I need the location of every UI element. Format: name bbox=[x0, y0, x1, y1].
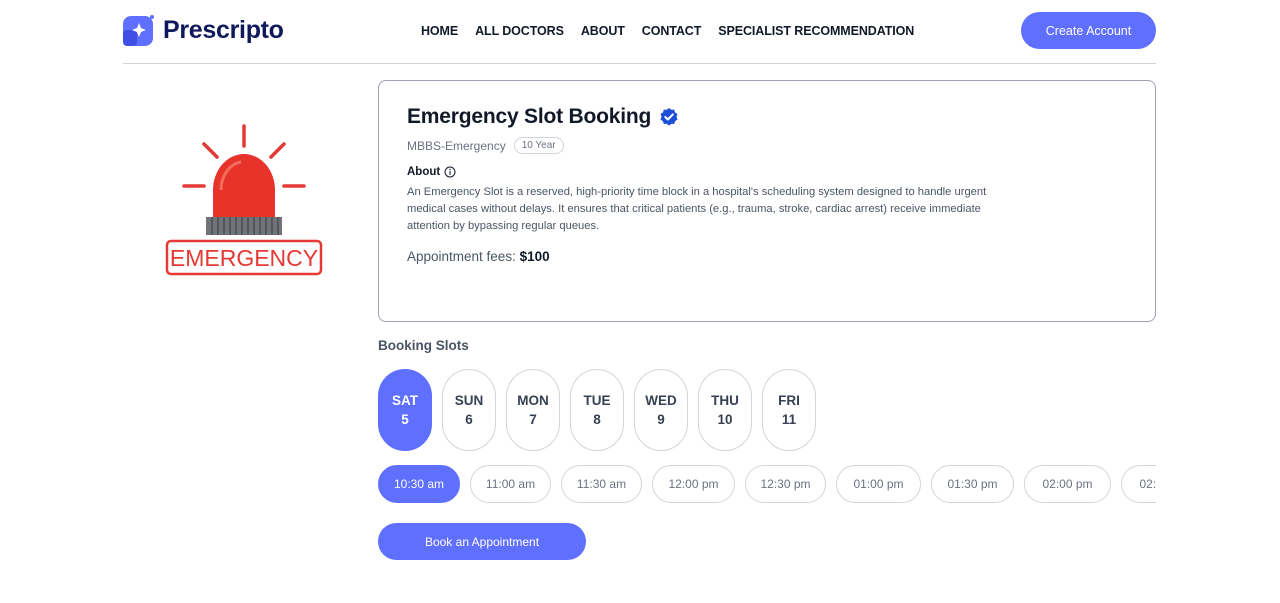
time-slot[interactable]: 11:00 am bbox=[470, 465, 551, 503]
fee-label: Appointment fees: bbox=[407, 249, 516, 264]
create-account-button[interactable]: Create Account bbox=[1021, 12, 1156, 49]
day-number: 9 bbox=[657, 412, 665, 427]
day-number: 6 bbox=[465, 412, 473, 427]
day-name: SAT bbox=[392, 393, 418, 408]
experience-badge: 10 Year bbox=[513, 137, 564, 154]
main-nav: HOME ALL DOCTORS ABOUT CONTACT SPECIALIS… bbox=[421, 24, 914, 38]
emergency-label: EMERGENCY bbox=[170, 245, 318, 271]
booking-slots-label: Booking Slots bbox=[378, 338, 469, 353]
nav-specialist-recommendation[interactable]: SPECIALIST RECOMMENDATION bbox=[718, 24, 914, 38]
about-heading: About bbox=[407, 166, 1127, 178]
day-name: THU bbox=[711, 393, 739, 408]
day-name: MON bbox=[517, 393, 549, 408]
about-text: An Emergency Slot is a reserved, high-pr… bbox=[407, 186, 987, 232]
emergency-siren-icon: EMERGENCY bbox=[165, 124, 323, 276]
about-label: About bbox=[407, 166, 441, 178]
info-icon bbox=[444, 166, 456, 178]
degree: MBBS-Emergency bbox=[407, 138, 506, 153]
day-number: 7 bbox=[529, 412, 537, 427]
time-slot[interactable]: 02:30 pm bbox=[1121, 465, 1156, 503]
degree-row: MBBS-Emergency 10 Year bbox=[407, 137, 1127, 154]
header: Prescripto HOME ALL DOCTORS ABOUT CONTAC… bbox=[123, 0, 1156, 64]
nav-about[interactable]: ABOUT bbox=[581, 24, 625, 38]
day-number: 11 bbox=[781, 412, 797, 427]
doctor-info-card: Emergency Slot Booking MBBS-Emergency 10… bbox=[378, 80, 1156, 322]
verified-badge-icon bbox=[660, 108, 678, 126]
nav-contact[interactable]: CONTACT bbox=[642, 24, 702, 38]
time-slot[interactable]: 11:30 am bbox=[561, 465, 642, 503]
book-appointment-button[interactable]: Book an Appointment bbox=[378, 523, 586, 560]
time-slot[interactable]: 12:00 pm bbox=[652, 465, 735, 503]
appointment-fee: Appointment fees: $100 bbox=[407, 249, 1127, 264]
time-slot[interactable]: 02:00 pm bbox=[1024, 465, 1111, 503]
title-row: Emergency Slot Booking bbox=[407, 105, 1127, 129]
day-slot-thu[interactable]: THU 10 bbox=[698, 369, 752, 451]
day-name: SUN bbox=[454, 393, 484, 408]
time-slot[interactable]: 01:30 pm bbox=[931, 465, 1014, 503]
day-number: 5 bbox=[401, 412, 409, 427]
day-number: 10 bbox=[717, 412, 733, 427]
doctor-name: Emergency Slot Booking bbox=[407, 105, 652, 128]
nav-all-doctors[interactable]: ALL DOCTORS bbox=[475, 24, 564, 38]
day-selector: SAT 5 SUN 6 MON 7 TUE 8 WED 9 THU 10 FRI… bbox=[378, 369, 816, 451]
time-slot[interactable]: 01:00 pm bbox=[836, 465, 921, 503]
day-slot-tue[interactable]: TUE 8 bbox=[570, 369, 624, 451]
day-slot-sat[interactable]: SAT 5 bbox=[378, 369, 432, 451]
time-slot-list[interactable]: 10:30 am 11:00 am 11:30 am 12:00 pm 12:3… bbox=[378, 465, 1156, 503]
logo-icon bbox=[123, 14, 155, 46]
logo[interactable]: Prescripto bbox=[123, 14, 284, 46]
day-name: TUE bbox=[583, 393, 611, 408]
day-name: WED bbox=[645, 393, 677, 408]
day-slot-fri[interactable]: FRI 11 bbox=[762, 369, 816, 451]
time-slot[interactable]: 10:30 am bbox=[378, 465, 460, 503]
day-slot-mon[interactable]: MON 7 bbox=[506, 369, 560, 451]
day-slot-wed[interactable]: WED 9 bbox=[634, 369, 688, 451]
day-number: 8 bbox=[593, 412, 601, 427]
doctor-image: EMERGENCY bbox=[123, 80, 365, 322]
day-name: FRI bbox=[778, 393, 800, 408]
fee-value: $100 bbox=[519, 249, 550, 264]
day-slot-sun[interactable]: SUN 6 bbox=[442, 369, 496, 451]
time-slot[interactable]: 12:30 pm bbox=[745, 465, 826, 503]
nav-home[interactable]: HOME bbox=[421, 24, 458, 38]
logo-text: Prescripto bbox=[163, 15, 284, 44]
